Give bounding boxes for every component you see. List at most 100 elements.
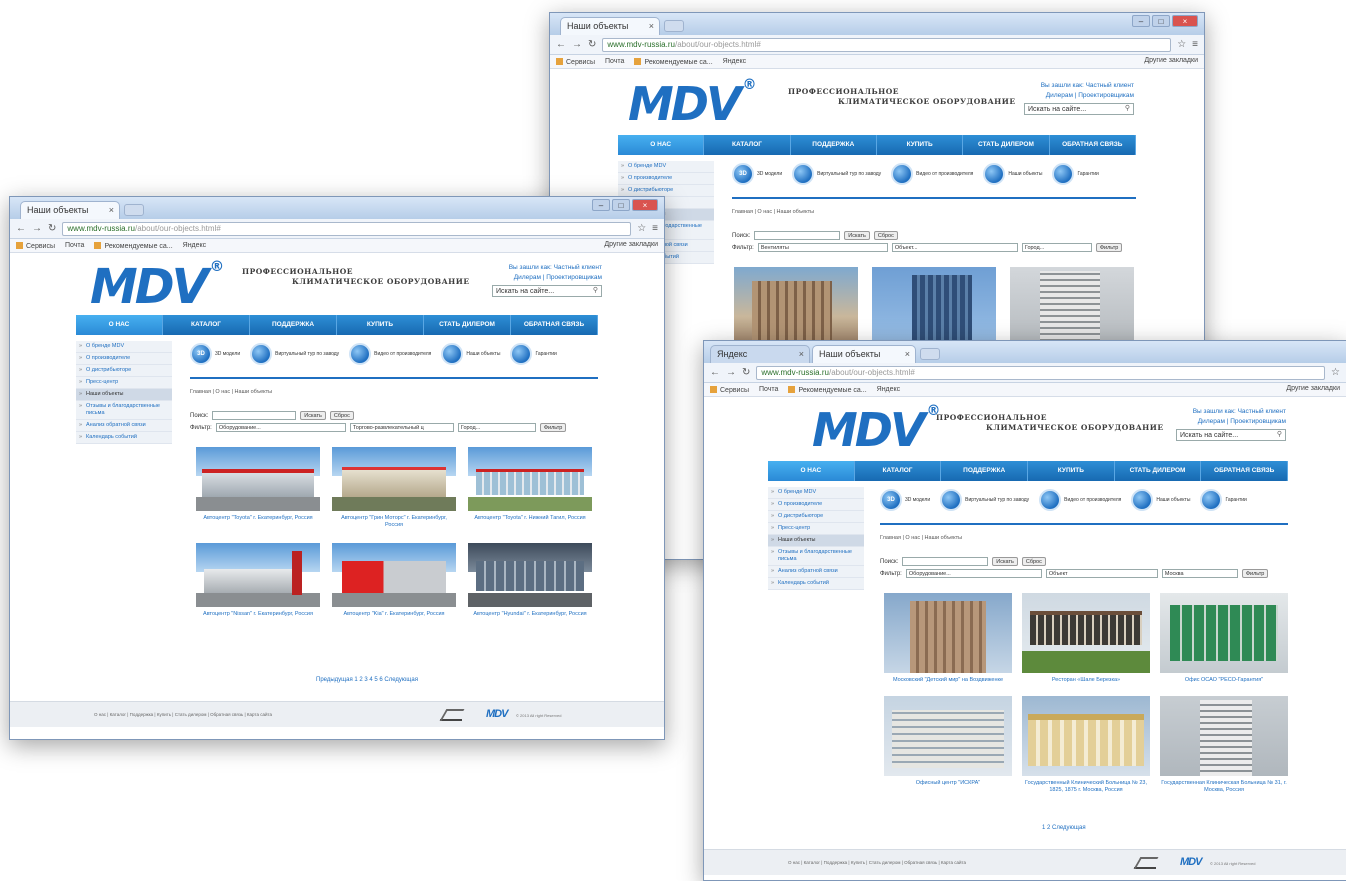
- reset-button[interactable]: Сброс: [1021, 557, 1046, 566]
- user-status[interactable]: Вы зашли как: Частный клиент: [492, 263, 602, 273]
- city-select[interactable]: Москва: [1161, 569, 1238, 578]
- menu-item-catalog[interactable]: КАТАЛОГ: [163, 315, 250, 335]
- object-search-input[interactable]: [754, 231, 841, 240]
- back-icon[interactable]: ←: [556, 39, 566, 50]
- object-caption[interactable]: Государственный Клинический Больница № 2…: [1022, 780, 1150, 794]
- sidebar-item[interactable]: Пресс-центр: [768, 523, 864, 535]
- bookmark-item[interactable]: Почта: [65, 242, 84, 249]
- sidebar-item-active[interactable]: Наши объекты: [76, 389, 172, 401]
- user-links[interactable]: Дилерам | Проектировщикам: [1024, 91, 1134, 101]
- search-icon[interactable]: ⚲: [593, 286, 598, 296]
- bookmark-item[interactable]: Почта: [605, 58, 624, 65]
- object-card[interactable]: Офисный центр "ИСКРА": [884, 696, 1012, 794]
- menu-item-buy[interactable]: КУПИТЬ: [1028, 461, 1115, 481]
- object-caption[interactable]: Офисный центр "ИСКРА": [884, 780, 1012, 787]
- object-card[interactable]: Офис ОСАО "РЕСО-Гарантия": [1160, 593, 1288, 684]
- back-icon[interactable]: ←: [16, 223, 26, 234]
- object-card[interactable]: Автоцентр "Hyundai" г. Екатеринбург, Рос…: [468, 543, 592, 618]
- object-card[interactable]: Московский "Детский мир" на Воздвиженке: [884, 593, 1012, 684]
- site-search-input[interactable]: Искать на сайте... ⚲: [1024, 103, 1134, 115]
- menu-icon[interactable]: ≡: [652, 223, 658, 234]
- search-button[interactable]: Искать: [992, 557, 1018, 566]
- sidebar-item[interactable]: О производителе: [618, 173, 714, 185]
- reset-button[interactable]: Сброс: [329, 411, 354, 420]
- feature-video[interactable]: Видео от производителя: [891, 163, 973, 185]
- maximize-button[interactable]: □: [612, 199, 630, 211]
- object-photo[interactable]: [884, 593, 1012, 673]
- minimize-button[interactable]: –: [592, 199, 610, 211]
- user-links[interactable]: Дилерам | Проектировщикам: [1176, 417, 1286, 427]
- footer-links[interactable]: О нас | Каталог | Поддержка | Купить | С…: [788, 860, 966, 865]
- menu-item-feedback[interactable]: ОБРАТНАЯ СВЯЗЬ: [1050, 135, 1136, 155]
- filter-button[interactable]: Фильтр: [1241, 569, 1269, 578]
- object-caption[interactable]: Автоцентр "Kia" г. Екатеринбург, Россия: [332, 611, 456, 618]
- object-caption[interactable]: Офис ОСАО "РЕСО-Гарантия": [1160, 677, 1288, 684]
- object-search-input[interactable]: [902, 557, 989, 566]
- object-card[interactable]: Автоцентр "Nissan" г. Екатеринбург, Росс…: [196, 543, 320, 618]
- city-select[interactable]: Город...: [457, 423, 536, 432]
- object-photo[interactable]: [332, 543, 456, 607]
- forward-icon[interactable]: →: [726, 367, 736, 378]
- object-select[interactable]: Объект: [1045, 569, 1158, 578]
- object-caption[interactable]: Автоцентр "Toyota" г. Екатеринбург, Росс…: [196, 515, 320, 522]
- user-status[interactable]: Вы зашли как: Частный клиент: [1024, 81, 1134, 91]
- browser-tab-inactive[interactable]: Яндекс ×: [710, 345, 810, 363]
- reset-button[interactable]: Сброс: [873, 231, 898, 240]
- other-bookmarks[interactable]: Другие закладки: [1144, 57, 1198, 64]
- feature-tour[interactable]: Виртуальный тур по заводу: [250, 343, 339, 365]
- address-bar[interactable]: www.mdv-russia.ru/about/our-objects.html…: [756, 365, 1326, 380]
- bookmark-item[interactable]: Сервисы: [16, 241, 55, 250]
- object-card[interactable]: Автоцентр "Toyota" г. Екатеринбург, Росс…: [196, 447, 320, 529]
- object-photo[interactable]: [1160, 696, 1288, 776]
- user-links[interactable]: Дилерам | Проектировщикам: [492, 273, 602, 283]
- menu-item-buy[interactable]: КУПИТЬ: [337, 315, 424, 335]
- forward-icon[interactable]: →: [32, 223, 42, 234]
- star-icon[interactable]: ☆: [637, 223, 646, 234]
- feature-tour[interactable]: Виртуальный тур по заводу: [792, 163, 881, 185]
- menu-icon[interactable]: ≡: [1192, 39, 1198, 50]
- new-tab-button[interactable]: [920, 348, 940, 360]
- city-select[interactable]: Город...: [1021, 243, 1092, 252]
- object-photo[interactable]: [468, 447, 592, 511]
- back-icon[interactable]: ←: [710, 367, 720, 378]
- address-bar[interactable]: www.mdv-russia.ru/about/our-objects.html…: [62, 221, 632, 236]
- bookmark-item[interactable]: Сервисы: [556, 57, 595, 66]
- close-tab-icon[interactable]: ×: [649, 21, 654, 31]
- feature-warranty[interactable]: Гарантии: [510, 343, 557, 365]
- feature-video[interactable]: Видео от производителя: [1039, 489, 1121, 511]
- menu-item-dealer[interactable]: СТАТЬ ДИЛЕРОМ: [963, 135, 1050, 155]
- bookmark-item[interactable]: Сервисы: [710, 385, 749, 394]
- object-card[interactable]: Автоцентр "Toyota" г. Нижний Тагил, Росс…: [468, 447, 592, 529]
- object-caption[interactable]: Автоцентр "Hyundai" г. Екатеринбург, Рос…: [468, 611, 592, 618]
- menu-item-about[interactable]: О НАС: [618, 135, 705, 155]
- object-select[interactable]: Торгово-развлекательный ц: [349, 423, 454, 432]
- site-logo[interactable]: MDV ®: [90, 259, 224, 315]
- browser-tab[interactable]: Наши объекты ×: [812, 345, 916, 363]
- close-tab-icon[interactable]: ×: [799, 349, 804, 359]
- search-button[interactable]: Искать: [844, 231, 870, 240]
- reload-icon[interactable]: ↻: [48, 223, 56, 234]
- search-button[interactable]: Искать: [300, 411, 326, 420]
- reload-icon[interactable]: ↻: [742, 367, 750, 378]
- feature-objects[interactable]: Наши объекты: [441, 343, 500, 365]
- feature-warranty[interactable]: Гарантии: [1052, 163, 1099, 185]
- object-photo[interactable]: [468, 543, 592, 607]
- menu-item-buy[interactable]: КУПИТЬ: [877, 135, 964, 155]
- forward-icon[interactable]: →: [572, 39, 582, 50]
- menu-item-dealer[interactable]: СТАТЬ ДИЛЕРОМ: [1115, 461, 1202, 481]
- menu-item-catalog[interactable]: КАТАЛОГ: [704, 135, 791, 155]
- object-caption[interactable]: Московский "Детский мир" на Воздвиженке: [884, 677, 1012, 684]
- menu-item-support[interactable]: ПОДДЕРЖКА: [250, 315, 337, 335]
- pagination[interactable]: Предыдущая 1 2 3 4 5 6 Следующая: [316, 677, 418, 683]
- sidebar-item[interactable]: Календарь событий: [768, 578, 864, 590]
- bookmark-item[interactable]: Рекомендуемые са...: [788, 385, 867, 394]
- sidebar-item[interactable]: Отзывы и благодарственные письма: [768, 547, 864, 566]
- browser-tab[interactable]: Наши объекты ×: [20, 201, 120, 219]
- sidebar-item[interactable]: О производителе: [768, 499, 864, 511]
- feature-objects[interactable]: Наши объекты: [983, 163, 1042, 185]
- feature-tour[interactable]: Виртуальный тур по заводу: [940, 489, 1029, 511]
- object-photo[interactable]: [196, 447, 320, 511]
- breadcrumb[interactable]: Главная | О нас | Наши объекты: [880, 535, 962, 541]
- menu-item-about[interactable]: О НАС: [76, 315, 163, 335]
- breadcrumb[interactable]: Главная | О нас | Наши объекты: [732, 209, 814, 215]
